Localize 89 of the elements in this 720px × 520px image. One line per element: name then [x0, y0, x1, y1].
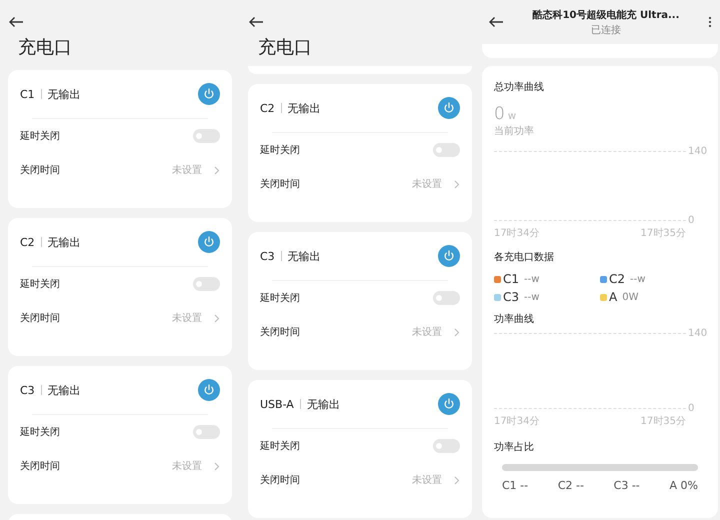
section-title: 功率曲线: [494, 312, 535, 326]
power-icon: [443, 102, 455, 114]
delay-off-toggle[interactable]: [193, 277, 220, 291]
axis-label: 17时35分: [640, 414, 686, 428]
share-label: C3 --: [614, 479, 640, 492]
port-status: 无输出: [48, 234, 81, 250]
port-status: 无输出: [48, 382, 81, 398]
port-name: C1: [20, 88, 35, 100]
section-title: 各充电口数据: [494, 250, 555, 264]
share-label: C2 --: [558, 479, 584, 492]
setting-label: 延时关闭: [260, 144, 300, 157]
axis-label: 0: [688, 403, 696, 414]
port-status: 无输出: [288, 100, 321, 116]
port-name: USB-A: [260, 398, 294, 410]
chevron-icon[interactable]: [454, 328, 460, 336]
power-button[interactable]: [198, 379, 220, 401]
delay-off-toggle[interactable]: [433, 291, 460, 305]
power-button[interactable]: [438, 97, 460, 119]
port-name: C3: [260, 250, 275, 262]
delay-off-toggle[interactable]: [433, 439, 460, 453]
axis-label: 140: [688, 328, 706, 339]
share-label: C1 --: [502, 479, 528, 492]
back-icon[interactable]: [488, 16, 504, 28]
power-button[interactable]: [198, 83, 220, 105]
power-icon: [203, 384, 215, 396]
setting-label: 关闭时间: [20, 164, 60, 177]
setting-label: 延时关闭: [260, 440, 300, 453]
power-icon: [203, 88, 215, 100]
port-status: 无输出: [288, 248, 321, 264]
port-name: C3: [503, 290, 520, 304]
setting-label: 延时关闭: [20, 426, 60, 439]
setting-label: 延时关闭: [20, 278, 60, 291]
delay-off-toggle[interactable]: [193, 425, 220, 439]
power-button[interactable]: [198, 231, 220, 253]
port-name: C2: [260, 102, 275, 114]
share-label: A 0%: [669, 479, 698, 492]
section-title: 总功率曲线: [494, 80, 545, 94]
setting-label: 延时关闭: [260, 292, 300, 305]
setting-value: 未设置: [172, 164, 202, 177]
power-icon: [443, 398, 455, 410]
axis-label: 0: [688, 215, 696, 226]
page-title: 充电口: [258, 36, 312, 59]
setting-label: 关闭时间: [260, 178, 300, 191]
port-name: A: [609, 290, 618, 304]
setting-label: 关闭时间: [20, 460, 60, 473]
port-name: C2: [20, 236, 35, 248]
power-icon: [203, 236, 215, 248]
port-power: --w: [524, 292, 540, 302]
power-caption: 当前功率: [494, 124, 535, 138]
connection-status: 已连接: [591, 24, 621, 36]
chevron-icon[interactable]: [214, 166, 220, 174]
chevron-icon[interactable]: [214, 314, 220, 322]
setting-value: 未设置: [172, 312, 202, 325]
port-power: --w: [630, 274, 646, 284]
power-button[interactable]: [438, 245, 460, 267]
device-title: 酷态科10号超级电能充 Ultra...: [532, 8, 680, 22]
chevron-icon[interactable]: [214, 462, 220, 470]
chevron-icon[interactable]: [454, 476, 460, 484]
port-power: 0W: [622, 292, 638, 302]
port-status: 无输出: [306, 396, 340, 412]
setting-value: 未设置: [412, 474, 442, 487]
port-power: --w: [524, 274, 540, 284]
power-icon: [443, 250, 455, 262]
axis-label: 17时34分: [494, 226, 540, 240]
power-value: 0: [494, 104, 505, 124]
setting-label: 关闭时间: [260, 474, 300, 487]
chevron-icon[interactable]: [454, 180, 460, 188]
port-status: 无输出: [48, 86, 81, 102]
axis-label: 140: [688, 146, 706, 157]
port-name: C1: [503, 272, 520, 286]
axis-label: 17时34分: [494, 414, 540, 428]
axis-label: 17时35分: [640, 226, 686, 240]
port-name: C3: [20, 384, 35, 396]
power-button[interactable]: [438, 393, 460, 415]
setting-label: 关闭时间: [20, 312, 60, 325]
setting-value: 未设置: [412, 326, 442, 339]
setting-label: 关闭时间: [260, 326, 300, 339]
delay-off-toggle[interactable]: [193, 129, 220, 143]
delay-off-toggle[interactable]: [433, 143, 460, 157]
back-icon[interactable]: [248, 16, 264, 28]
port-name: C2: [609, 272, 626, 286]
back-icon[interactable]: [8, 16, 24, 28]
setting-value: 未设置: [172, 460, 202, 473]
section-title: 功率占比: [494, 440, 535, 454]
more-icon[interactable]: [708, 16, 712, 28]
setting-value: 未设置: [412, 178, 442, 191]
power-unit: w: [508, 111, 516, 122]
page-title: 充电口: [18, 36, 72, 59]
setting-label: 延时关闭: [20, 130, 60, 143]
